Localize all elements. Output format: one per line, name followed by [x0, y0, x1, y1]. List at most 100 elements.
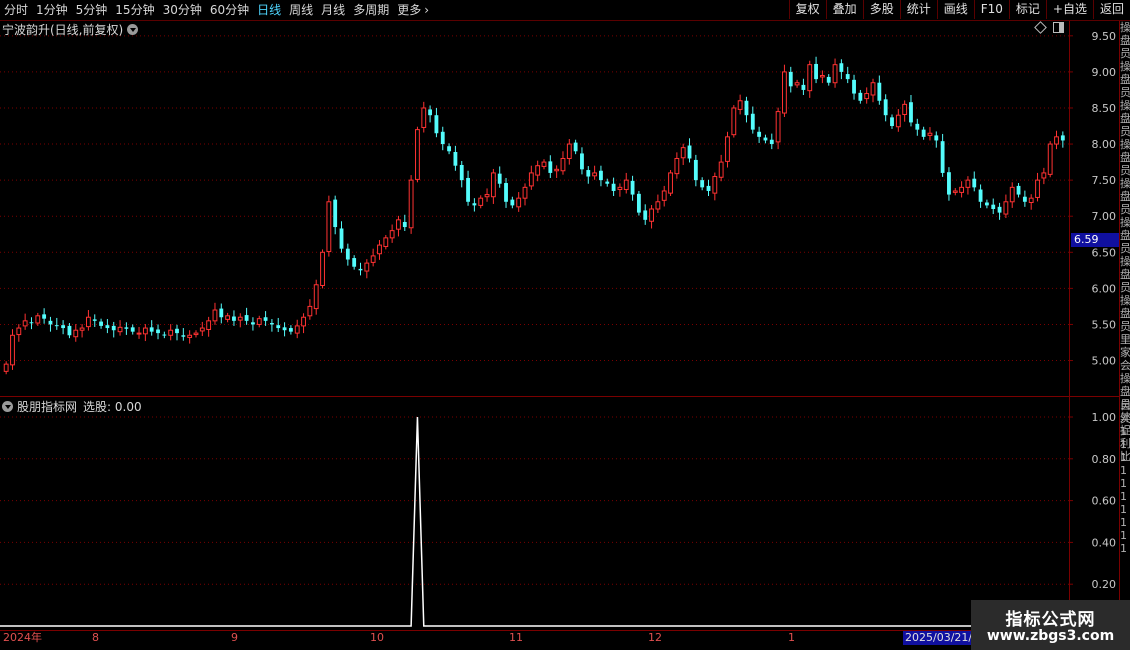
toolbar-button[interactable]: 画线 — [936, 0, 974, 19]
candle-body — [396, 219, 401, 230]
period-tab[interactable]: 更多 › — [393, 0, 433, 20]
candle-body — [725, 136, 730, 162]
candle-body — [175, 328, 179, 334]
candle-body — [895, 114, 901, 128]
candle-body — [839, 63, 844, 72]
candle — [819, 70, 825, 84]
candle-body — [478, 197, 484, 206]
candle-body — [377, 244, 382, 255]
candlestick-chart[interactable]: 9.50 9.00 8.50 8.00 7.50 7.00 6.50 6.00 5.50 5.00 — [0, 21, 1119, 397]
period-tab[interactable]: 15分钟 — [111, 0, 158, 20]
candle — [117, 320, 123, 336]
candle-body — [952, 190, 958, 193]
y-tick-label: 6.00 — [1092, 282, 1117, 295]
strip-top-text: 操盘员操盘员操盘员操盘员操盘员操盘员操盘员操盘员里家会操盘员外捉利比 — [1120, 21, 1130, 463]
candle-body — [364, 262, 370, 272]
y-tick-label: 7.50 — [1092, 174, 1117, 187]
candle — [434, 107, 439, 138]
candle-body — [352, 258, 357, 267]
candle — [877, 75, 882, 105]
candle — [984, 199, 989, 209]
candle — [389, 224, 395, 243]
crosshair-date-box: 2025/03/21/ — [903, 631, 975, 645]
candle-body — [566, 143, 572, 159]
candle — [826, 74, 831, 86]
candle — [294, 319, 300, 339]
y-tick-label: 8.50 — [1092, 102, 1117, 115]
candle-body — [623, 179, 629, 191]
candle-body — [693, 159, 698, 181]
candle-body — [79, 327, 85, 331]
candle — [586, 166, 591, 184]
toolbar-button[interactable]: 统计 — [899, 0, 937, 19]
candle — [965, 176, 971, 195]
candle-body — [852, 79, 856, 94]
dropdown-circle-icon[interactable] — [127, 23, 139, 35]
candle-body — [1035, 179, 1040, 198]
period-tab[interactable]: 周线 — [285, 0, 317, 20]
candle-body — [801, 84, 806, 90]
candle-body — [991, 204, 996, 209]
candle-body — [649, 208, 654, 222]
candle — [655, 194, 661, 213]
candle — [769, 133, 774, 150]
candle — [845, 66, 850, 84]
candle — [541, 159, 547, 170]
candle-body — [826, 76, 831, 83]
toolbar-button[interactable]: 复权 — [788, 0, 826, 19]
toolbar-button[interactable]: F10 — [973, 0, 1009, 19]
period-tab[interactable]: 5分钟 — [72, 0, 112, 20]
candle — [307, 299, 313, 320]
candle — [225, 312, 231, 323]
candle — [232, 310, 236, 326]
candle-body — [794, 82, 800, 86]
toolbar-button[interactable]: 叠加 — [825, 0, 863, 19]
candle-body — [510, 199, 515, 206]
candle — [377, 240, 382, 260]
candle — [959, 181, 965, 198]
candle-body — [434, 115, 439, 134]
candle — [383, 234, 389, 250]
candle — [510, 196, 515, 209]
y-tick-label: 0.80 — [1092, 453, 1117, 466]
toolbar-button[interactable]: +自选 — [1045, 0, 1093, 19]
period-tab[interactable]: 月线 — [317, 0, 349, 20]
candle — [1060, 131, 1065, 148]
period-tab[interactable]: 日线 — [253, 0, 285, 20]
y-tick-label: 9.00 — [1092, 66, 1117, 79]
current-price-label: 6.59 — [1071, 233, 1119, 247]
period-tab[interactable]: 30分钟 — [159, 0, 206, 20]
candle — [895, 109, 901, 132]
candle — [459, 161, 464, 188]
candle — [528, 165, 534, 190]
candle-body — [984, 202, 989, 206]
candle-body — [453, 151, 458, 166]
watermark: 指标公式网 www.zbgs3.com — [971, 600, 1130, 650]
period-tab[interactable]: 1分钟 — [32, 0, 72, 20]
candle-body — [402, 221, 407, 228]
period-tab[interactable]: 60分钟 — [206, 0, 253, 20]
toolbar-button[interactable]: 标记 — [1008, 0, 1046, 19]
candle — [972, 171, 977, 192]
window-restore-icon[interactable] — [1053, 22, 1064, 33]
candle-body — [1009, 186, 1015, 203]
candle — [408, 175, 414, 234]
candle — [270, 319, 274, 332]
candle — [149, 320, 154, 336]
candle-body — [105, 325, 110, 329]
candle — [978, 184, 983, 208]
candle — [358, 262, 363, 276]
period-tab[interactable]: 分时 — [0, 0, 32, 20]
diamond-icon[interactable] — [1034, 21, 1047, 34]
candle-body — [244, 315, 249, 321]
period-tab[interactable]: 多周期 — [349, 0, 393, 20]
candle-body — [270, 323, 274, 325]
indicator-chart[interactable]: 1.00 0.80 0.60 0.40 0.20 — [0, 397, 1119, 630]
candle-body — [73, 329, 79, 338]
candle — [263, 311, 268, 326]
toolbar-button[interactable]: 多股 — [862, 0, 900, 19]
candle — [643, 204, 648, 225]
dropdown-circle-icon[interactable] — [2, 400, 13, 412]
toolbar-button[interactable]: 返回 — [1092, 0, 1130, 19]
candle-body — [16, 327, 22, 336]
